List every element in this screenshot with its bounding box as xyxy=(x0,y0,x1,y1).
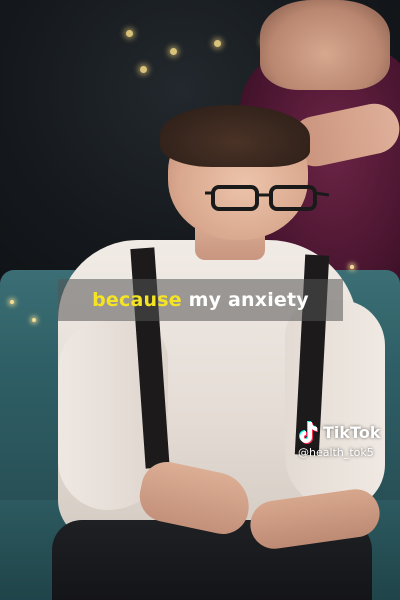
caption-highlight-word: because xyxy=(92,289,182,311)
bokeh-light xyxy=(126,30,133,37)
caption-bar: because my anxiety xyxy=(58,279,343,321)
creator-handle: @health_tok5 xyxy=(298,446,374,459)
man-hair xyxy=(160,105,310,167)
fairy-light xyxy=(350,265,354,269)
tiktok-logo-row: TikTok xyxy=(298,420,398,444)
bokeh-light xyxy=(140,66,147,73)
caption-text: because my anxiety xyxy=(92,289,309,311)
tiktok-watermark: TikTok @health_tok5 xyxy=(298,420,398,466)
video-frame[interactable]: because my anxiety TikTok @health_tok5 xyxy=(0,0,400,600)
fairy-light xyxy=(10,300,14,304)
bokeh-light xyxy=(170,48,177,55)
glasses-icon xyxy=(205,185,329,211)
fairy-light xyxy=(32,318,36,322)
tiktok-logo-icon xyxy=(299,421,318,444)
caption-rest-text: my anxiety xyxy=(181,289,309,311)
tiktok-brand-text: TikTok xyxy=(323,422,381,442)
woman-shoulders xyxy=(260,0,390,90)
bokeh-light xyxy=(214,40,221,47)
